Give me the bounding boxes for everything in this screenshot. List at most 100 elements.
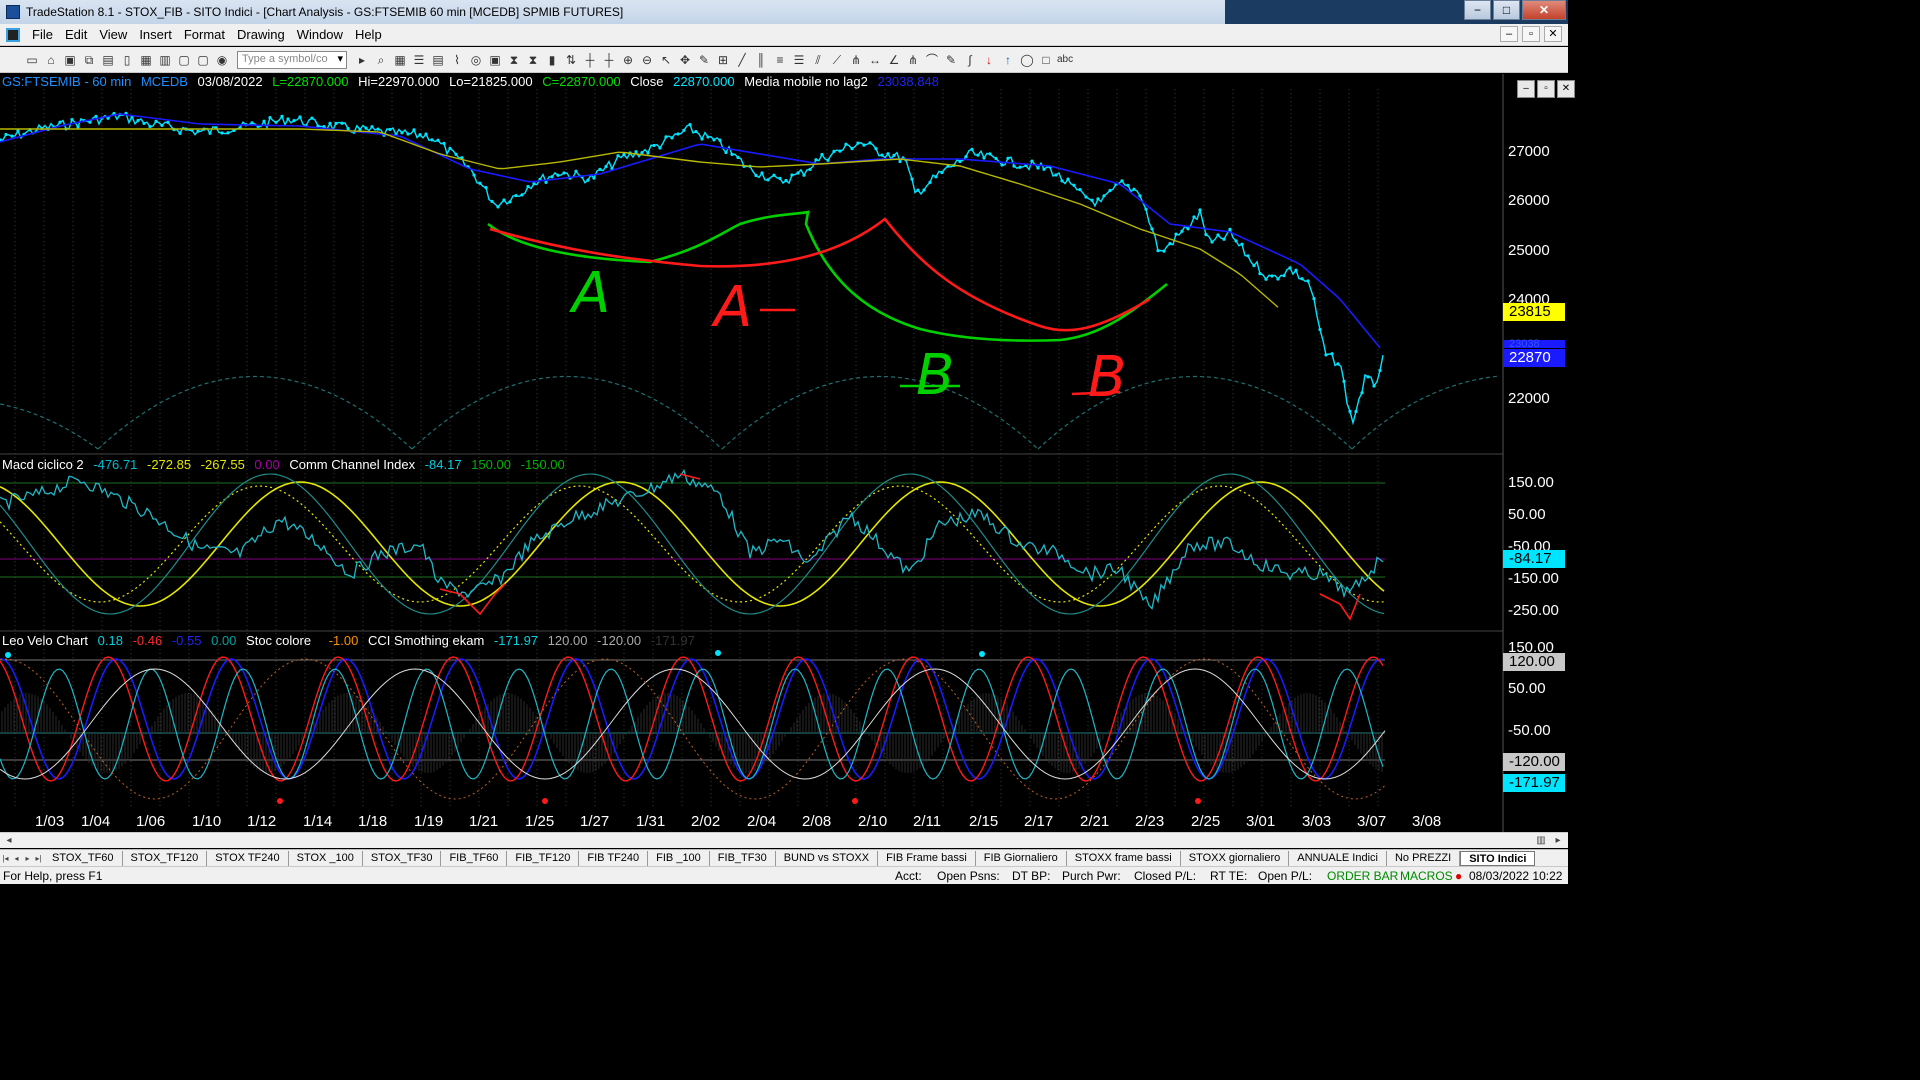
tab-bund-vs-stoxx[interactable]: BUND vs STOXX — [776, 850, 879, 866]
status-order-bar[interactable]: ORDER BAR — [1327, 869, 1398, 883]
tab-fib-tf240[interactable]: FIB TF240 — [579, 850, 649, 866]
insert-icon[interactable]: ⊞ — [715, 52, 731, 68]
minimize-button[interactable]: − — [1464, 0, 1491, 20]
window2-icon[interactable]: ▢ — [195, 52, 211, 68]
lock-icon[interactable]: ▯ — [119, 52, 135, 68]
mdi-minimize-button[interactable]: – — [1500, 26, 1518, 42]
menu-drawing[interactable]: Drawing — [231, 27, 291, 42]
chart-icon[interactable]: ⌇ — [449, 52, 465, 68]
menu-help[interactable]: Help — [349, 27, 388, 42]
cursor-icon[interactable]: ↖ — [658, 52, 674, 68]
copy-icon[interactable]: ⧉ — [81, 52, 97, 68]
tab-stox-tf30[interactable]: STOX_TF30 — [363, 850, 442, 866]
window-icon[interactable]: ▢ — [176, 52, 192, 68]
tab-fib-tf60[interactable]: FIB_TF60 — [441, 850, 508, 866]
save-icon[interactable]: ▣ — [62, 52, 78, 68]
ellipse-icon[interactable]: ◯ — [1019, 52, 1035, 68]
bars2-icon[interactable]: ⧗ — [525, 52, 541, 68]
channel-icon[interactable]: ⫽ — [810, 52, 826, 68]
pitchfork-icon[interactable]: ⋔ — [905, 52, 921, 68]
arrow-up-icon[interactable]: ↑ — [1000, 52, 1016, 68]
menu-insert[interactable]: Insert — [133, 27, 178, 42]
tab-fib-tf120[interactable]: FIB_TF120 — [507, 850, 580, 866]
list-icon[interactable]: ☰ — [411, 52, 427, 68]
open-icon[interactable]: ⌂ — [43, 52, 59, 68]
horizontal-scrollbar[interactable]: ◂ ▥ ▸ — [0, 832, 1568, 848]
gann-icon[interactable]: ⋔ — [848, 52, 864, 68]
bar-chart-icon[interactable]: ┼ — [582, 52, 598, 68]
chart-window-icon[interactable] — [6, 27, 20, 42]
tab-fib-100[interactable]: FIB _100 — [648, 850, 710, 866]
tab-stox-tf60[interactable]: STOX_TF60 — [44, 850, 123, 866]
maximize-button[interactable]: □ — [1493, 0, 1520, 20]
mdi-close-button[interactable]: ✕ — [1544, 26, 1562, 42]
tab-stoxx-giornaliero[interactable]: STOXX giornaliero — [1181, 850, 1290, 866]
bars-icon[interactable]: ⧗ — [506, 52, 522, 68]
tab-stox-tf120[interactable]: STOX_TF120 — [123, 850, 208, 866]
tab-last-icon[interactable]: ▸| — [33, 854, 44, 863]
scroll-right-icon[interactable]: ▸ — [1551, 834, 1565, 848]
vline-icon[interactable]: ║ — [753, 52, 769, 68]
trend-icon[interactable]: ╱ — [734, 52, 750, 68]
pencil-icon[interactable]: ✎ — [943, 52, 959, 68]
freehand-icon[interactable]: ∫ — [962, 52, 978, 68]
menu-window[interactable]: Window — [291, 27, 349, 42]
tab-fib-giornaliero[interactable]: FIB Giornaliero — [976, 850, 1067, 866]
hand-icon[interactable]: ✥ — [677, 52, 693, 68]
menu-view[interactable]: View — [93, 27, 133, 42]
arrow-lr-icon[interactable]: ↔ — [867, 52, 883, 68]
paste-icon[interactable]: ▤ — [100, 52, 116, 68]
tab-prev-icon[interactable]: ◂ — [11, 854, 22, 863]
status-macros[interactable]: MACROS — [1400, 869, 1453, 883]
date-tick: 3/01 — [1246, 813, 1276, 830]
fib-icon[interactable]: ☰ — [791, 52, 807, 68]
tab-fib-frame-bassi[interactable]: FIB Frame bassi — [878, 850, 976, 866]
zoom-out-icon[interactable]: ⊖ — [639, 52, 655, 68]
chart-canvas[interactable]: A A B B — [0, 74, 1568, 836]
scroll-thumb-icon[interactable]: ▥ — [1534, 834, 1548, 848]
zoom-in-icon[interactable]: ⊕ — [620, 52, 636, 68]
go-icon[interactable]: ▸ — [354, 52, 370, 68]
radar-icon[interactable]: ◎ — [468, 52, 484, 68]
tab-first-icon[interactable]: |◂ — [0, 854, 11, 863]
preview-icon[interactable]: ▥ — [157, 52, 173, 68]
price-dot — [196, 129, 200, 133]
globe-icon[interactable]: ◉ — [214, 52, 230, 68]
new-icon[interactable]: ▭ — [24, 52, 40, 68]
bar-chart2-icon[interactable]: ┼ — [601, 52, 617, 68]
tab-next-icon[interactable]: ▸ — [22, 854, 33, 863]
menu-format[interactable]: Format — [178, 27, 231, 42]
menu-file[interactable]: File — [26, 27, 59, 42]
search-icon[interactable]: ⌕ — [373, 52, 389, 68]
scale-icon[interactable]: ⇅ — [563, 52, 579, 68]
angle-icon[interactable]: ∠ — [886, 52, 902, 68]
arc-icon[interactable]: ⌒ — [924, 52, 940, 68]
symbol-input[interactable]: Type a symbol/co — [237, 50, 347, 69]
menu-edit[interactable]: Edit — [59, 27, 93, 42]
candle-icon[interactable]: ▮ — [544, 52, 560, 68]
tab-no-prezzi[interactable]: No PREZZI — [1387, 850, 1461, 866]
tab-stox-100[interactable]: STOX _100 — [289, 850, 363, 866]
rect-icon[interactable]: □ — [1038, 52, 1054, 68]
chart-restore-button[interactable]: ▫ — [1537, 80, 1555, 98]
tools-icon[interactable]: ✎ — [696, 52, 712, 68]
chart-close-button[interactable]: ✕ — [1557, 80, 1575, 98]
speedline-icon[interactable]: ⟋ — [829, 52, 845, 68]
hline-icon[interactable]: ≡ — [772, 52, 788, 68]
arrow-down-icon[interactable]: ↓ — [981, 52, 997, 68]
mdi-restore-button[interactable]: ▫ — [1522, 26, 1540, 42]
chart-minimize-button[interactable]: – — [1517, 80, 1535, 98]
tab-fib-tf30[interactable]: FIB_TF30 — [710, 850, 776, 866]
tab-sito-indici[interactable]: SITO Indici — [1460, 850, 1536, 866]
tab-stox-tf240[interactable]: STOX TF240 — [207, 850, 289, 866]
text-icon[interactable]: abc — [1057, 52, 1073, 68]
tab-stoxx-frame-bassi[interactable]: STOXX frame bassi — [1067, 850, 1181, 866]
scroll-left-icon[interactable]: ◂ — [2, 834, 16, 848]
grid-icon[interactable]: ▦ — [392, 52, 408, 68]
print-icon[interactable]: ▦ — [138, 52, 154, 68]
tab-annuale-indici[interactable]: ANNUALE Indici — [1289, 850, 1387, 866]
table-icon[interactable]: ▤ — [430, 52, 446, 68]
chart-analysis-window[interactable]: A A B B – ▫ ✕ GS:FTSEMIB - 60 min MCEDB 03/… — [0, 74, 1575, 836]
news-icon[interactable]: ▣ — [487, 52, 503, 68]
close-button[interactable]: ✕ — [1522, 0, 1566, 20]
